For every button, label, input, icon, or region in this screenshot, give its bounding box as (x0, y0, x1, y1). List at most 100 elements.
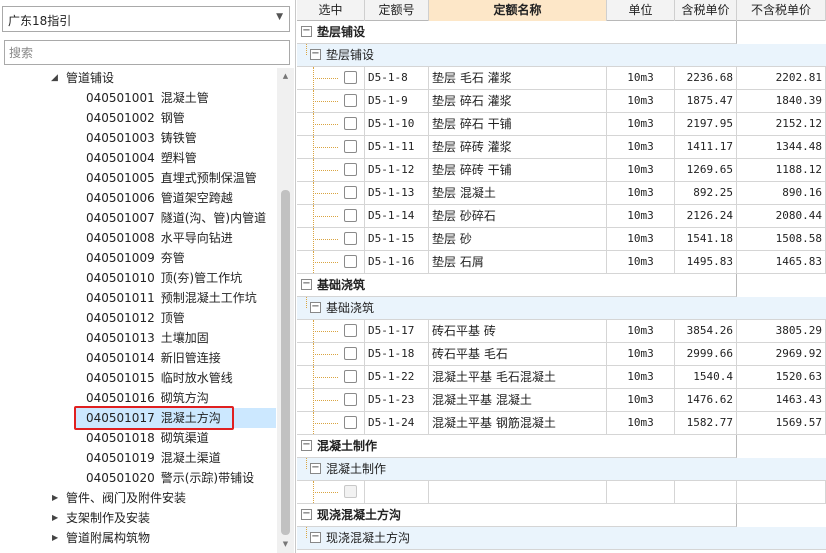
tree-item[interactable]: 040501005 直埋式预制保温管 (86, 168, 257, 188)
price-with-tax: 1476.62 (675, 389, 737, 411)
collapsed-triangle-icon[interactable]: ▶ (52, 493, 58, 502)
tree-item[interactable]: 040501013 土壤加固 (86, 328, 209, 348)
tree-item[interactable]: 040501007 隧道(沟、管)内管道 (86, 208, 266, 228)
table-row[interactable] (297, 481, 826, 504)
tree-item[interactable]: 040501002 钢管 (86, 108, 185, 128)
search-input[interactable] (4, 40, 290, 65)
quota-code: D5-1-23 (365, 389, 429, 411)
tree-item[interactable]: 040501018 砌筑渠道 (86, 428, 209, 448)
tree-item[interactable]: 040501012 顶管 (86, 308, 185, 328)
tree-item[interactable]: 040501004 塑料管 (86, 148, 197, 168)
collapse-icon[interactable]: − (310, 49, 321, 60)
column-header[interactable]: 含税单价 (675, 0, 737, 21)
chevron-down-icon[interactable]: ▼ (276, 12, 283, 22)
table-row[interactable]: D5-1-22 混凝土平基 毛石混凝土 10m3 1540.4 1520.63 (297, 366, 826, 389)
tree-item[interactable]: 040501001 混凝土管 (86, 88, 209, 108)
scrollbar-thumb[interactable] (281, 190, 290, 535)
price-with-tax: 2999.66 (675, 343, 737, 365)
row-checkbox[interactable] (344, 94, 357, 107)
collapse-icon[interactable]: − (301, 279, 312, 290)
collapse-icon[interactable]: − (310, 463, 321, 474)
column-header[interactable]: 定额号 (365, 0, 429, 21)
tree-item[interactable]: 040501015 临时放水管线 (86, 368, 233, 388)
column-header[interactable]: 定额名称 (429, 0, 607, 21)
row-checkbox[interactable] (344, 117, 357, 130)
tree-item[interactable]: 040501003 铸铁管 (86, 128, 197, 148)
subgroup-row[interactable]: − 垫层铺设 (297, 44, 826, 67)
tree-item-code: 040501001 (86, 91, 155, 105)
tree-connector (313, 354, 338, 355)
tree-item[interactable]: 040501017 混凝土方沟 (76, 408, 276, 428)
table-row[interactable]: D5-1-24 混凝土平基 钢筋混凝土 10m3 1582.77 1569.57 (297, 412, 826, 435)
tree-connector (306, 297, 307, 308)
table-row[interactable]: D5-1-10 垫层 碎石 干铺 10m3 2197.95 2152.12 (297, 113, 826, 136)
row-checkbox[interactable] (344, 393, 357, 406)
row-checkbox[interactable] (344, 186, 357, 199)
group-title: 垫层铺设 (317, 25, 366, 39)
tree-item[interactable]: 040501008 水平导向钻进 (86, 228, 233, 248)
tree-item-name: 塑料管 (160, 151, 197, 165)
table-row[interactable]: D5-1-16 垫层 石屑 10m3 1495.83 1465.83 (297, 251, 826, 274)
collapse-icon[interactable]: − (301, 26, 312, 37)
tree-node-parent[interactable]: 管道铺设 (66, 68, 114, 88)
group-row[interactable]: − 基础浇筑 (297, 274, 737, 297)
column-header[interactable]: 不含税单价 (737, 0, 826, 21)
tree-item[interactable]: 040501020 警示(示踪)带铺设 (86, 468, 254, 488)
collapse-icon[interactable]: − (310, 532, 321, 543)
subgroup-row[interactable]: − 现浇混凝土方沟 (297, 527, 826, 550)
tree-item[interactable]: 040501014 新旧管连接 (86, 348, 221, 368)
select-cell (297, 412, 365, 434)
table-row[interactable]: D5-1-13 垫层 混凝土 10m3 892.25 890.16 (297, 182, 826, 205)
table-row[interactable]: D5-1-23 混凝土平基 混凝土 10m3 1476.62 1463.43 (297, 389, 826, 412)
row-checkbox[interactable] (344, 140, 357, 153)
subgroup-row[interactable]: − 混凝土制作 (297, 458, 826, 481)
tree-item[interactable]: 040501009 夯管 (86, 248, 185, 268)
tree-item[interactable]: 040501011 预制混凝土工作坑 (86, 288, 257, 308)
table-row[interactable]: D5-1-17 砖石平基 砖 10m3 3854.26 3805.29 (297, 320, 826, 343)
tree-node-sibling[interactable]: 支架制作及安装 (66, 508, 150, 528)
table-row[interactable]: D5-1-8 垫层 毛石 灌浆 10m3 2236.68 2202.81 (297, 67, 826, 90)
table-row[interactable]: D5-1-11 垫层 碎砖 灌浆 10m3 1411.17 1344.48 (297, 136, 826, 159)
column-header[interactable]: 选中 (297, 0, 365, 21)
row-checkbox[interactable] (344, 324, 357, 337)
group-row[interactable]: − 混凝土制作 (297, 435, 737, 458)
table-row[interactable]: D5-1-9 垫层 碎石 灌浆 10m3 1875.47 1840.39 (297, 90, 826, 113)
row-checkbox[interactable] (344, 163, 357, 176)
select-cell (297, 159, 365, 181)
expanded-triangle-icon[interactable]: ◢ (51, 73, 58, 83)
table-row[interactable]: D5-1-14 垫层 砂碎石 10m3 2126.24 2080.44 (297, 205, 826, 228)
tree-item-name: 混凝土方沟 (160, 411, 221, 425)
tree-scrollbar[interactable]: ▲ ▼ (277, 68, 294, 553)
row-checkbox[interactable] (344, 255, 357, 268)
price-with-tax: 1411.17 (675, 136, 737, 158)
row-checkbox[interactable] (344, 232, 357, 245)
row-checkbox[interactable] (344, 347, 357, 360)
tree-item-code: 040501013 (86, 331, 155, 345)
collapse-icon[interactable]: − (301, 509, 312, 520)
group-row[interactable]: − 现浇混凝土方沟 (297, 504, 737, 527)
tree-item[interactable]: 040501019 混凝土渠道 (86, 448, 221, 468)
tree-item[interactable]: 040501006 管道架空跨越 (86, 188, 233, 208)
tree-node-sibling[interactable]: 管件、阀门及附件安装 (66, 488, 186, 508)
collapsed-triangle-icon[interactable]: ▶ (52, 513, 58, 522)
tree-item[interactable]: 040501010 顶(夯)管工作坑 (86, 268, 242, 288)
scroll-up-icon[interactable]: ▲ (277, 68, 294, 85)
table-row[interactable]: D5-1-18 砖石平基 毛石 10m3 2999.66 2969.92 (297, 343, 826, 366)
tree-item[interactable]: 040501016 砌筑方沟 (86, 388, 209, 408)
row-checkbox[interactable] (344, 416, 357, 429)
row-checkbox[interactable] (344, 370, 357, 383)
collapse-icon[interactable]: − (301, 440, 312, 451)
table-row[interactable]: D5-1-15 垫层 砂 10m3 1541.18 1508.58 (297, 228, 826, 251)
row-checkbox[interactable] (344, 209, 357, 222)
table-row[interactable]: D5-1-12 垫层 碎砖 干铺 10m3 1269.65 1188.12 (297, 159, 826, 182)
collapse-icon[interactable]: − (310, 302, 321, 313)
column-header[interactable]: 单位 (607, 0, 675, 21)
collapsed-triangle-icon[interactable]: ▶ (52, 533, 58, 542)
group-row[interactable]: − 垫层铺设 (297, 21, 737, 44)
row-checkbox[interactable] (344, 71, 357, 84)
tree-node-sibling[interactable]: 管道附属构筑物 (66, 528, 150, 548)
scroll-down-icon[interactable]: ▼ (277, 536, 294, 553)
subgroup-row[interactable]: − 基础浇筑 (297, 297, 826, 320)
tree-connector (313, 193, 338, 194)
region-select[interactable]: 广东18指引 ▼ (2, 6, 290, 32)
